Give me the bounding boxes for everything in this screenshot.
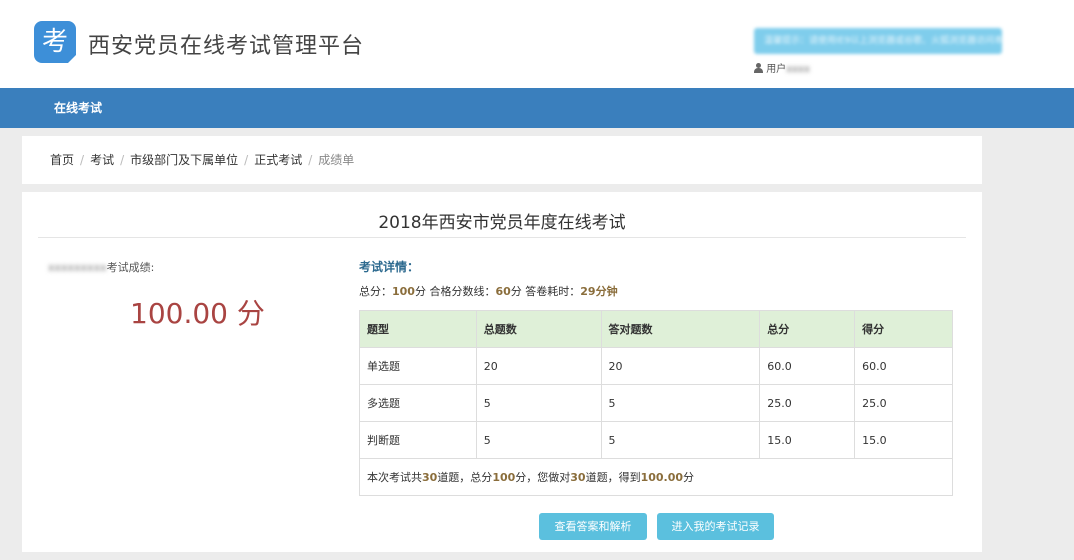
score-label-text: 考试成绩: (106, 261, 155, 274)
breadcrumb-separator: / (120, 153, 125, 167)
table-row: 单选题 20 20 60.0 60.0 (359, 347, 953, 385)
header-score: 得分 (854, 310, 953, 348)
header-total-count: 总题数 (475, 310, 602, 348)
page-header: 考 西安党员在线考试管理平台 温馨提示：请使用IE9以上浏览器或谷歌、火狐浏览器… (0, 0, 1074, 88)
summary-cell: 本次考试共30道题，总分100分，您做对30道题，得到100.00分 (359, 458, 953, 496)
summary-text: 本次考试共 (367, 471, 422, 484)
user-name: xxxx (786, 64, 810, 75)
breadcrumb: 首页 / 考试 / 市级部门及下属单位 / 正式考试 / 成绩单 (50, 136, 354, 184)
cell-total-count: 5 (475, 384, 602, 422)
table-summary-row: 本次考试共30道题，总分100分，您做对30道题，得到100.00分 (359, 458, 953, 496)
header-correct-count: 答对题数 (600, 310, 761, 348)
cell-type: 判断题 (359, 421, 477, 459)
time-value: 29分钟 (580, 285, 618, 298)
cell-total-points: 25.0 (759, 384, 856, 422)
examinee-name: xxxxxxxxx (48, 261, 107, 274)
view-answers-button[interactable]: 查看答案和解析 (539, 513, 647, 540)
summary-correct: 30 (570, 471, 586, 484)
summary-text: 道题，总分 (437, 471, 493, 484)
cell-correct-count: 20 (600, 347, 761, 385)
breadcrumb-formal-exam[interactable]: 正式考试 (254, 153, 302, 167)
user-icon (754, 63, 763, 73)
user-prefix: 用户 (766, 64, 787, 75)
cell-score: 60.0 (854, 347, 953, 385)
cell-correct-count: 5 (600, 421, 761, 459)
total-label: 总分： (359, 285, 392, 298)
breadcrumb-separator: / (244, 153, 249, 167)
summary-text: 分，您做对 (515, 471, 571, 484)
title-divider (38, 237, 966, 238)
time-label: 答卷耗时： (525, 285, 581, 298)
pass-value: 60 (495, 285, 511, 298)
site-title: 西安党员在线考试管理平台 (88, 34, 365, 59)
cell-total-points: 60.0 (759, 347, 856, 385)
table-header-row: 题型 总题数 答对题数 总分 得分 (359, 310, 953, 348)
user-info: 用户xxxx (754, 60, 810, 75)
summary-count: 30 (422, 471, 438, 484)
notice-bar: 温馨提示：请使用IE9以上浏览器或谷歌、火狐浏览器访问本系统 (754, 28, 1002, 54)
breadcrumb-separator: / (308, 153, 313, 167)
breadcrumb-home[interactable]: 首页 (50, 153, 74, 167)
cell-total-count: 20 (475, 347, 602, 385)
total-unit: 分 (414, 285, 426, 298)
details-heading: 考试详情： (359, 260, 420, 274)
cell-total-count: 5 (475, 421, 602, 459)
breadcrumb-panel: 首页 / 考试 / 市级部门及下属单位 / 正式考试 / 成绩单 (22, 136, 982, 184)
exam-title: 2018年西安市党员年度在线考试 (378, 213, 626, 233)
score-unit: 分 (236, 297, 265, 330)
summary-total: 100 (492, 471, 516, 484)
results-table: 题型 总题数 答对题数 总分 得分 单选题 20 20 60.0 60.0 多选… (359, 310, 953, 496)
breadcrumb-exam[interactable]: 考试 (90, 153, 114, 167)
exam-records-button[interactable]: 进入我的考试记录 (657, 513, 774, 540)
cell-type: 单选题 (359, 347, 477, 385)
nav-item-online-exam[interactable]: 在线考试 (54, 88, 102, 128)
score-label: xxxxxxxxx考试成绩: (48, 259, 154, 275)
pass-unit: 分 (510, 285, 522, 298)
total-value: 100 (392, 285, 415, 298)
table-row: 多选题 5 5 25.0 25.0 (359, 384, 953, 422)
cell-correct-count: 5 (600, 384, 761, 422)
main-nav: 在线考试 (0, 88, 1074, 128)
summary-score: 100.00 (640, 471, 684, 484)
header-type: 题型 (359, 310, 477, 348)
summary-text: 分 (683, 471, 695, 484)
site-logo[interactable]: 考 (34, 21, 76, 63)
cell-type: 多选题 (359, 384, 477, 422)
cell-total-points: 15.0 (759, 421, 856, 459)
table-row: 判断题 5 5 15.0 15.0 (359, 421, 953, 459)
score-value: 100.00 (130, 297, 228, 330)
cell-score: 15.0 (854, 421, 953, 459)
summary-text: 道题，得到 (585, 471, 641, 484)
total-score: 100.00 分 (130, 292, 265, 332)
breadcrumb-current: 成绩单 (318, 153, 355, 167)
breadcrumb-department[interactable]: 市级部门及下属单位 (130, 153, 238, 167)
details-summary: 总分：100分 合格分数线：60分 答卷耗时：29分钟 (359, 283, 618, 299)
pass-label: 合格分数线： (429, 285, 496, 298)
breadcrumb-separator: / (80, 153, 85, 167)
header-total-points: 总分 (759, 310, 856, 348)
result-panel: 2018年西安市党员年度在线考试 xxxxxxxxx考试成绩: 100.00 分… (22, 192, 982, 552)
cell-score: 25.0 (854, 384, 953, 422)
